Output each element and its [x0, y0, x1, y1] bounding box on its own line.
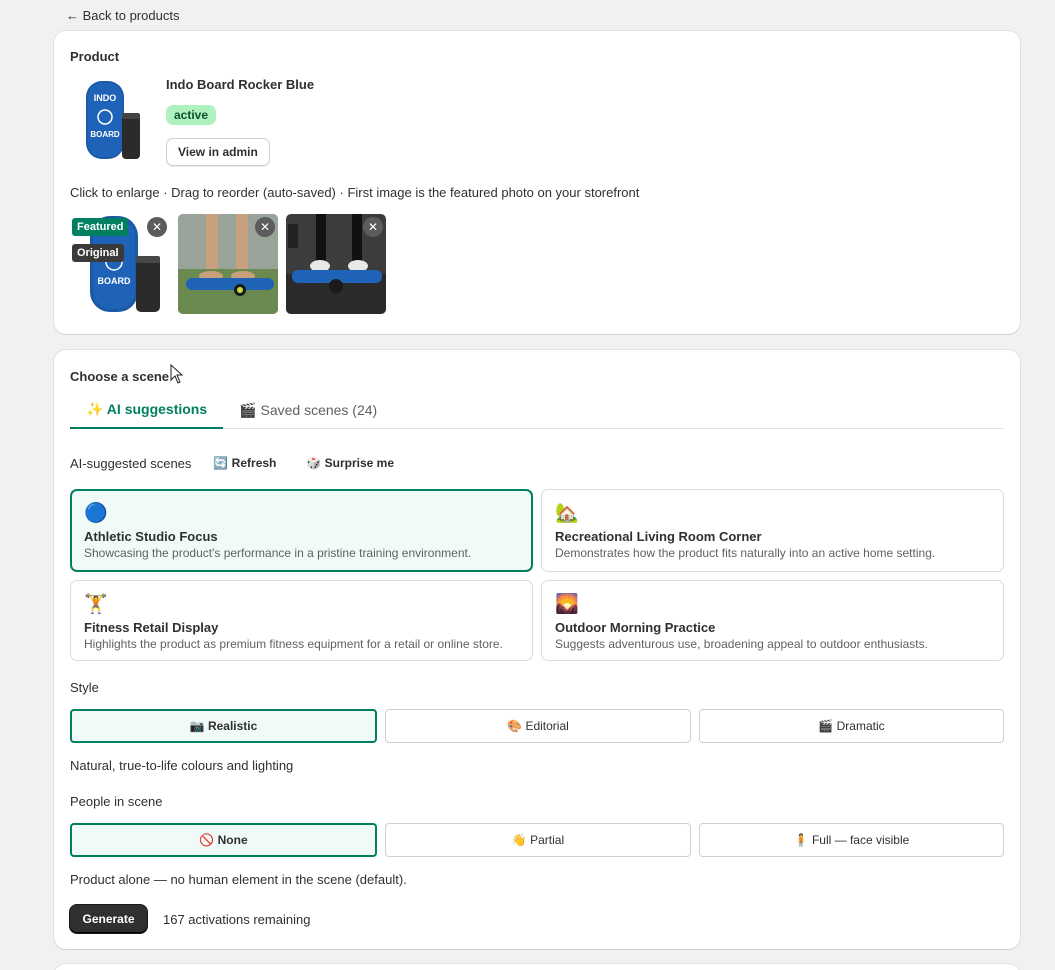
scene-card: Choose a scene ✨ AI suggestions 🎬 Saved …	[54, 350, 1020, 949]
product-name: Indo Board Rocker Blue	[166, 77, 315, 92]
scene-option[interactable]: 🏡 Recreational Living Room Corner Demons…	[541, 489, 1004, 572]
tab-ai-suggestions[interactable]: ✨ AI suggestions	[70, 392, 224, 429]
scene-option[interactable]: 🌄 Outdoor Morning Practice Suggests adve…	[541, 580, 1004, 661]
view-in-admin-button[interactable]: View in admin	[166, 138, 270, 166]
people-option-full[interactable]: 🧍 Full — face visible	[699, 823, 1004, 857]
style-selector: 📷 Realistic 🎨 Editorial 🎬 Dramatic	[70, 709, 1004, 743]
original-tag: Original	[72, 244, 124, 262]
status-badge: active	[166, 105, 217, 125]
svg-text:INDO: INDO	[94, 93, 117, 103]
style-label: Style	[70, 680, 99, 695]
scene-icon: 🏡	[555, 502, 579, 524]
activations-remaining: 167 activations remaining	[163, 912, 311, 927]
scene-icon: 🌄	[555, 593, 579, 615]
refresh-button[interactable]: 🔄 Refresh	[205, 452, 284, 474]
scene-section-title: Choose a scene	[70, 369, 169, 384]
product-card: Product INDO BOARD Indo Board Rocker Blu…	[54, 31, 1020, 334]
scene-title: Recreational Living Room Corner	[555, 529, 762, 544]
people-option-partial[interactable]: 👋 Partial	[385, 823, 691, 857]
gallery-image[interactable]: ✕	[286, 214, 386, 314]
scene-icon: 🔵	[84, 502, 108, 524]
svg-text:BOARD: BOARD	[90, 130, 120, 139]
remove-image-button[interactable]: ✕	[255, 217, 275, 237]
people-selector: 🚫 None 👋 Partial 🧍 Full — face visible	[70, 823, 1004, 857]
scene-description: Suggests adventurous use, broadening app…	[555, 637, 928, 651]
tab-saved-scenes[interactable]: 🎬 Saved scenes (24)	[223, 392, 393, 429]
people-label: People in scene	[70, 794, 163, 809]
scene-options: 🔵 Athletic Studio Focus Showcasing the p…	[70, 489, 1004, 661]
gallery-image-featured[interactable]: BOARD Featured Original ✕	[70, 214, 170, 314]
style-option-dramatic[interactable]: 🎬 Dramatic	[699, 709, 1004, 743]
next-card	[54, 964, 1020, 970]
featured-tag: Featured	[72, 218, 129, 236]
scene-description: Showcasing the product's performance in …	[84, 546, 472, 560]
remove-image-button[interactable]: ✕	[147, 217, 167, 237]
people-help-text: Product alone — no human element in the …	[70, 872, 407, 887]
product-thumbnail[interactable]: INDO BOARD	[82, 79, 146, 161]
scene-description: Demonstrates how the product fits natura…	[555, 546, 936, 560]
gallery-hint: Click to enlarge · Drag to reorder (auto…	[70, 185, 640, 200]
generate-button[interactable]: Generate	[70, 905, 147, 933]
remove-image-button[interactable]: ✕	[363, 217, 383, 237]
style-option-editorial[interactable]: 🎨 Editorial	[385, 709, 691, 743]
people-option-none[interactable]: 🚫 None	[70, 823, 377, 857]
gallery-image[interactable]: ✕	[178, 214, 278, 314]
surprise-me-button[interactable]: 🎲 Surprise me	[298, 452, 402, 474]
scene-title: Fitness Retail Display	[84, 620, 219, 635]
scene-option[interactable]: 🔵 Athletic Studio Focus Showcasing the p…	[70, 489, 533, 572]
scene-title: Athletic Studio Focus	[84, 529, 218, 544]
mouse-cursor-icon	[170, 364, 184, 384]
scene-option[interactable]: 🏋 Fitness Retail Display Highlights the …	[70, 580, 533, 661]
scene-icon: 🏋	[84, 593, 108, 615]
suggestions-label: AI-suggested scenes	[70, 455, 192, 471]
back-to-products-link[interactable]: ← Back to products	[66, 8, 179, 23]
svg-text:BOARD: BOARD	[98, 276, 131, 286]
style-help-text: Natural, true-to-life colours and lighti…	[70, 758, 294, 773]
suggestions-toolbar: AI-suggested scenes 🔄 Refresh 🎲 Surprise…	[70, 452, 416, 474]
scene-tabs: ✨ AI suggestions 🎬 Saved scenes (24)	[70, 392, 1004, 429]
image-gallery: BOARD Featured Original ✕ ✕ ✕	[70, 214, 386, 314]
scene-title: Outdoor Morning Practice	[555, 620, 716, 635]
product-section-title: Product	[70, 49, 120, 64]
scene-description: Highlights the product as premium fitnes…	[84, 637, 503, 651]
style-option-realistic[interactable]: 📷 Realistic	[70, 709, 377, 743]
